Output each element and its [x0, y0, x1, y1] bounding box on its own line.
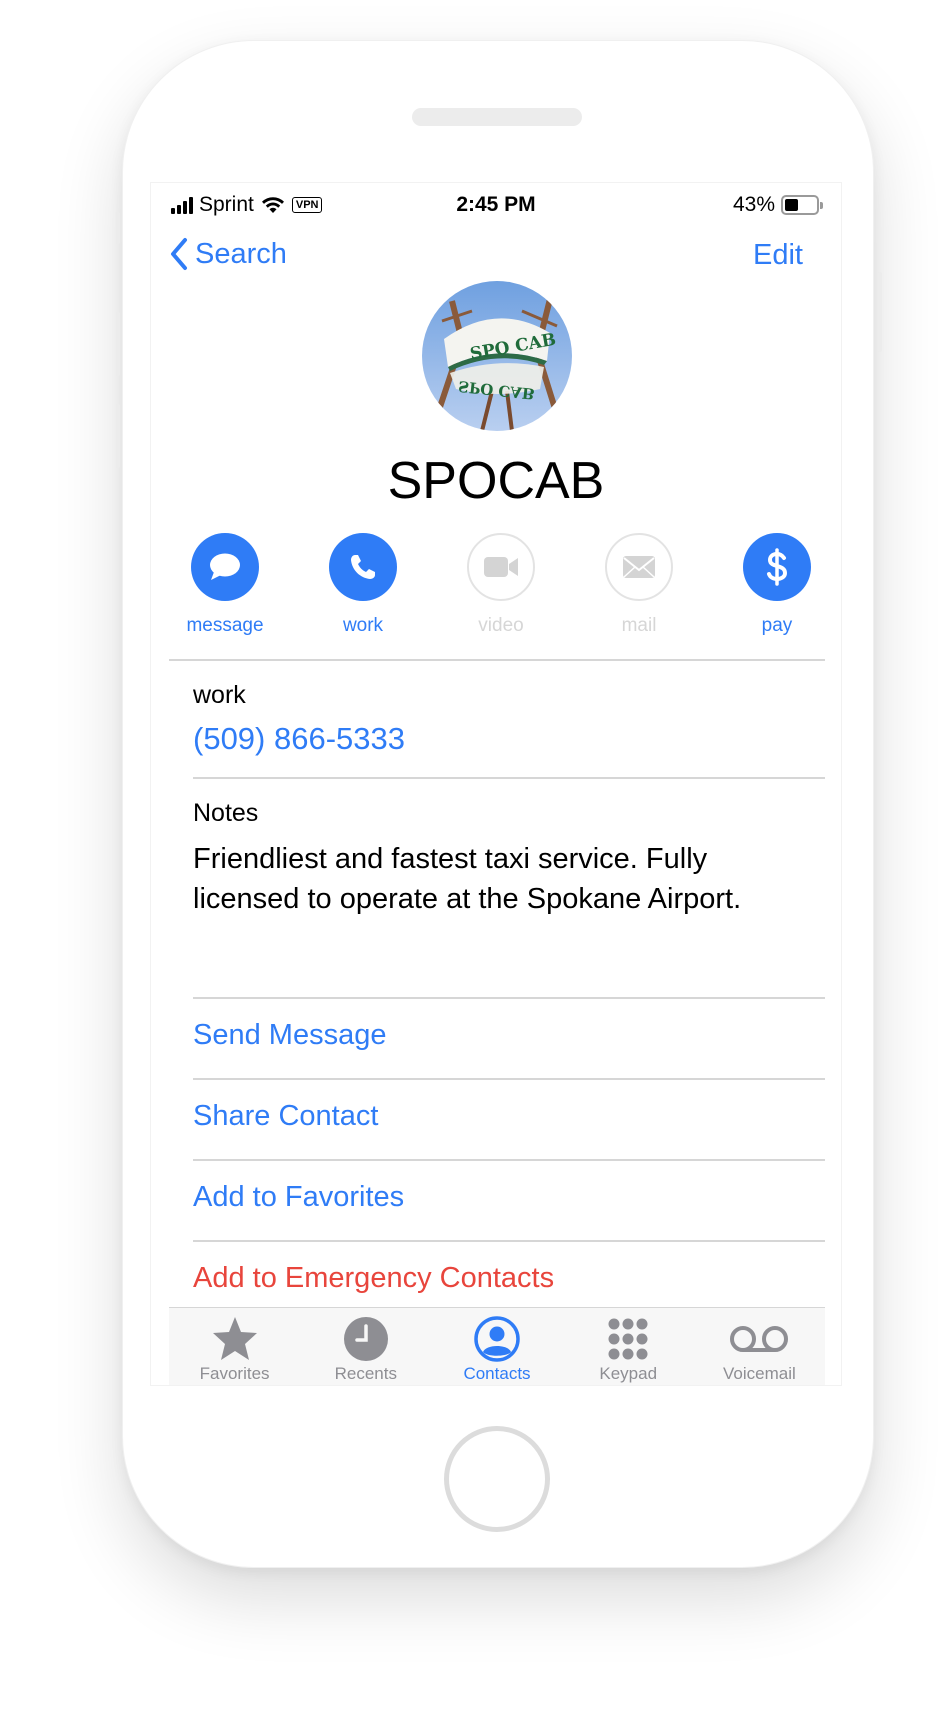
- status-bar: Sprint VPN 2:45 PM 43%: [151, 183, 841, 227]
- message-bubble-icon: [210, 553, 240, 580]
- action-mail[interactable]: mail: [585, 533, 693, 637]
- tab-favorites[interactable]: Favorites: [169, 1308, 300, 1385]
- keypad-icon: [608, 1318, 648, 1360]
- divider: [193, 997, 825, 999]
- edit-button[interactable]: Edit: [753, 239, 803, 272]
- battery-icon: [781, 195, 823, 215]
- tab-favorites-label: Favorites: [199, 1364, 270, 1383]
- action-message[interactable]: message: [171, 533, 279, 637]
- action-pay[interactable]: pay: [723, 533, 831, 637]
- clock-icon: [343, 1317, 388, 1361]
- star-icon: [212, 1317, 257, 1360]
- divider: [193, 1159, 825, 1161]
- action-work-label: work: [342, 615, 384, 636]
- divider: [169, 659, 825, 661]
- tab-voicemail[interactable]: Voicemail: [694, 1308, 825, 1385]
- action-message-label: message: [186, 615, 264, 636]
- tab-keypad-label: Keypad: [599, 1364, 658, 1383]
- back-button[interactable]: Search: [169, 237, 287, 271]
- avatar-photo: SPO CAB SPO CAB: [422, 281, 572, 431]
- back-label: Search: [195, 237, 287, 270]
- phone-type-label: work: [193, 681, 246, 709]
- chevron-left-icon: [171, 238, 187, 270]
- voicemail-icon: [730, 1326, 789, 1352]
- earpiece-speaker: [412, 108, 582, 126]
- add-to-favorites-link[interactable]: Add to Favorites: [193, 1181, 404, 1214]
- tab-contacts-label: Contacts: [463, 1364, 531, 1383]
- action-buttons: message work video mail pay: [171, 533, 831, 637]
- action-video-label: video: [478, 615, 524, 636]
- notes-text[interactable]: Friendliest and fastest taxi service. Fu…: [193, 839, 813, 919]
- side-button-volume-up: [116, 312, 120, 376]
- envelope-icon: [623, 556, 655, 578]
- action-work-call[interactable]: work: [309, 533, 417, 637]
- divider: [193, 1078, 825, 1080]
- tab-contacts[interactable]: Contacts: [431, 1308, 562, 1385]
- dollar-icon: [767, 548, 788, 586]
- contact-name: SPOCAB: [387, 452, 605, 510]
- side-button-mute: [116, 212, 120, 244]
- battery-percent: 43%: [732, 193, 775, 216]
- action-video[interactable]: video: [447, 533, 555, 637]
- home-button[interactable]: [444, 1426, 550, 1532]
- person-circle-icon: [474, 1316, 520, 1362]
- tab-recents[interactable]: Recents: [300, 1308, 431, 1385]
- divider: [193, 777, 825, 779]
- side-button-volume-down: [116, 404, 120, 468]
- avatar: SPO CAB SPO CAB: [422, 281, 572, 431]
- divider: [193, 1240, 825, 1242]
- notes-label: Notes: [193, 799, 259, 827]
- tab-recents-label: Recents: [334, 1364, 397, 1383]
- side-button-power: [878, 272, 882, 352]
- tab-bar: Favorites Recents Contacts Keypad Voicem…: [169, 1307, 825, 1385]
- action-mail-label: mail: [621, 615, 657, 636]
- action-pay-label: pay: [761, 615, 793, 636]
- tab-keypad[interactable]: Keypad: [563, 1308, 694, 1385]
- phone-icon: [351, 555, 375, 579]
- battery-fill: [785, 199, 798, 211]
- phone-number-link[interactable]: (509) 866-5333: [193, 721, 405, 757]
- send-message-link[interactable]: Send Message: [193, 1019, 386, 1052]
- tab-voicemail-label: Voicemail: [723, 1364, 796, 1383]
- video-camera-icon: [484, 557, 518, 577]
- screen: Sprint VPN 2:45 PM 43% Search Edit SPO C…: [150, 182, 842, 1386]
- share-contact-link[interactable]: Share Contact: [193, 1100, 378, 1133]
- add-to-emergency-contacts-link[interactable]: Add to Emergency Contacts: [193, 1262, 554, 1295]
